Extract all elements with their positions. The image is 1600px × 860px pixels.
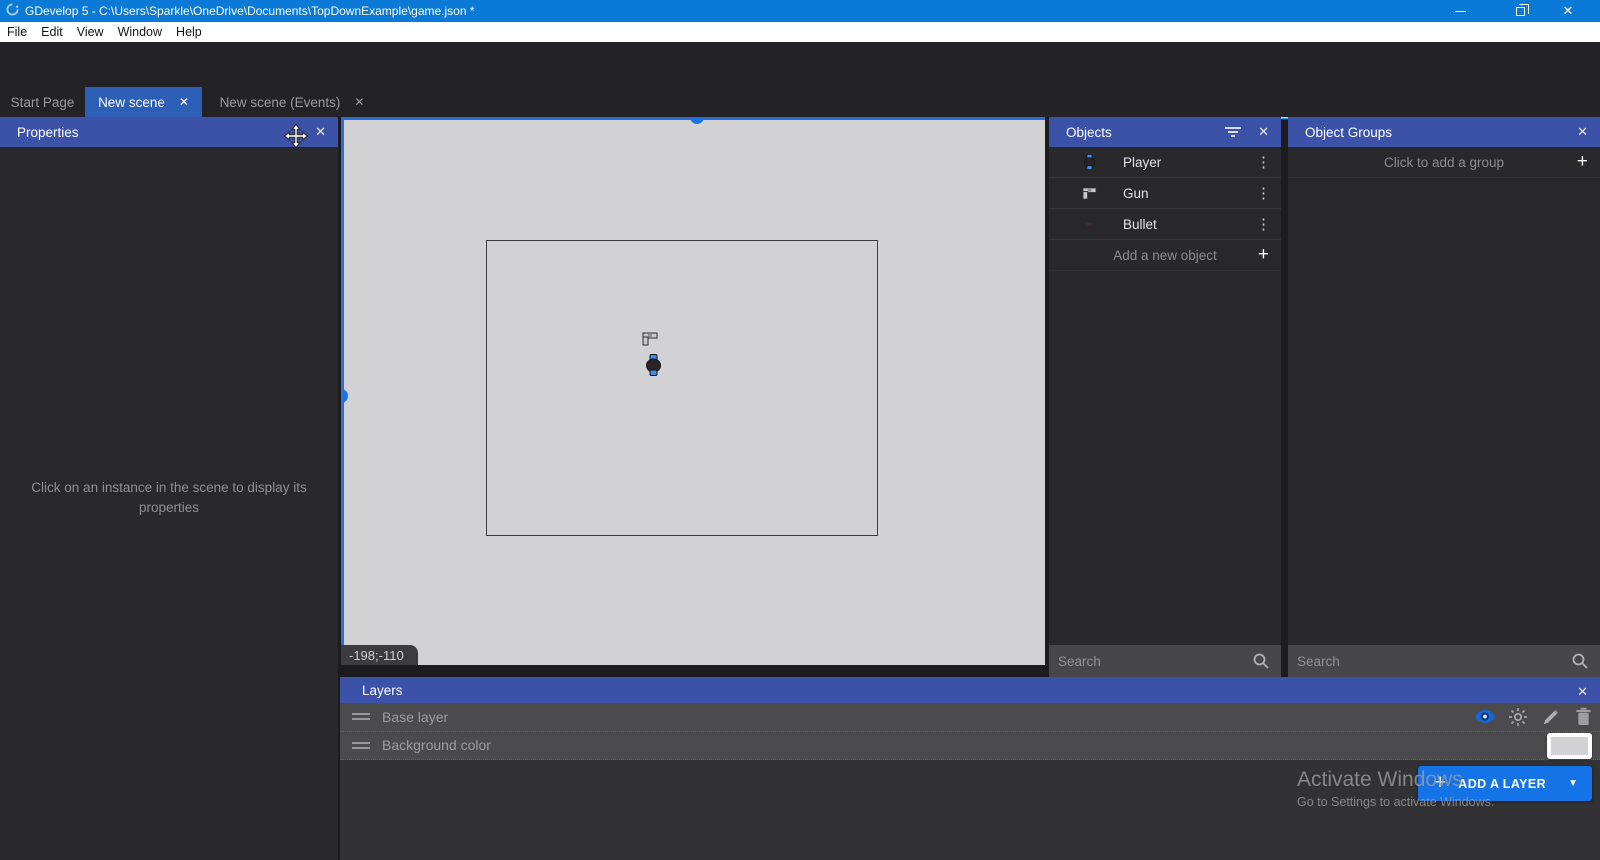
- menu-file[interactable]: File: [7, 25, 37, 39]
- drag-handle-icon[interactable]: [352, 710, 370, 723]
- close-panel-icon[interactable]: ✕: [1258, 117, 1269, 147]
- add-object-plus-icon[interactable]: +: [1258, 244, 1269, 266]
- game-window-bounds: [486, 240, 878, 536]
- layers-footer-area: [340, 760, 1600, 860]
- object-name: Player: [1123, 155, 1161, 170]
- tab-new-scene-events[interactable]: New scene (Events) ✕: [202, 87, 382, 117]
- drag-handle-icon[interactable]: [352, 739, 370, 752]
- cursor-coordinates: -198;-110: [341, 645, 418, 665]
- background-color-swatch[interactable]: [1547, 733, 1592, 759]
- add-layer-plus-icon: +: [1434, 771, 1446, 795]
- layer-name: Background color: [382, 737, 491, 753]
- horizontal-scroll-thumb[interactable]: [690, 117, 704, 124]
- bullet-thumbnail-icon: [1071, 222, 1107, 226]
- editor-tabs: Start Page New scene ✕ New scene (Events…: [0, 87, 1600, 117]
- object-groups-title: Object Groups: [1305, 125, 1392, 140]
- close-panel-icon[interactable]: ✕: [1577, 117, 1588, 147]
- search-icon: [1572, 653, 1588, 674]
- add-layer-button[interactable]: + ADD A LAYER ▼: [1418, 766, 1592, 801]
- objects-search-input[interactable]: [1049, 654, 1235, 669]
- add-group-label: Click to add a group: [1384, 155, 1504, 170]
- tab-start-page[interactable]: Start Page: [0, 87, 85, 117]
- layer-row-base[interactable]: Base layer: [340, 703, 1600, 732]
- delete-layer-trash-icon[interactable]: [1567, 707, 1600, 726]
- move-cursor: [283, 123, 309, 154]
- object-menu-icon[interactable]: ⋮: [1256, 215, 1271, 233]
- minimize-button[interactable]: [1440, 0, 1480, 22]
- close-tab-icon[interactable]: ✕: [354, 95, 364, 109]
- object-name: Gun: [1123, 186, 1149, 201]
- gdevelop-window: GDevelop 5 - C:\Users\Sparkle\OneDrive\D…: [0, 0, 1600, 860]
- menu-view[interactable]: View: [77, 25, 114, 39]
- scene-canvas[interactable]: -198;-110: [341, 117, 1045, 665]
- groups-search-bar: [1288, 645, 1600, 677]
- player-thumbnail-icon: [1071, 154, 1107, 170]
- layers-panel: Layers ✕ Base layer: [340, 677, 1600, 860]
- close-window-button[interactable]: ✕: [1548, 0, 1588, 22]
- add-group-plus-icon[interactable]: +: [1577, 151, 1588, 173]
- player-instance[interactable]: [646, 354, 661, 381]
- object-row-gun[interactable]: Gun ⋮: [1049, 178, 1281, 209]
- object-row-player[interactable]: Player ⋮: [1049, 147, 1281, 178]
- object-menu-icon[interactable]: ⋮: [1256, 153, 1271, 171]
- gun-instance[interactable]: [641, 331, 659, 352]
- close-tab-icon[interactable]: ✕: [179, 95, 189, 109]
- visibility-eye-icon[interactable]: [1468, 709, 1501, 724]
- add-new-object-row[interactable]: Add a new object +: [1049, 240, 1281, 271]
- toolbar: 1:1: [0, 42, 1600, 87]
- edit-layer-pencil-icon[interactable]: [1534, 708, 1567, 726]
- filter-icon[interactable]: [1225, 126, 1241, 141]
- objects-search-bar: [1049, 645, 1281, 677]
- menu-help[interactable]: Help: [176, 25, 212, 39]
- properties-title: Properties: [17, 125, 79, 140]
- gun-thumbnail-icon: [1071, 186, 1107, 201]
- restore-button[interactable]: [1500, 0, 1540, 22]
- object-name: Bullet: [1123, 217, 1157, 232]
- close-panel-icon[interactable]: ✕: [315, 117, 326, 147]
- object-row-bullet[interactable]: Bullet ⋮: [1049, 209, 1281, 240]
- layers-title: Layers: [362, 683, 403, 698]
- menu-window[interactable]: Window: [118, 25, 172, 39]
- object-groups-panel: Object Groups ✕ Click to add a group +: [1288, 117, 1600, 677]
- menu-bar: File Edit View Window Help: [0, 22, 1600, 42]
- search-icon: [1253, 653, 1269, 674]
- menu-edit[interactable]: Edit: [41, 25, 73, 39]
- tab-new-scene[interactable]: New scene ✕: [85, 87, 202, 117]
- layer-row-background[interactable]: Background color: [340, 732, 1600, 761]
- groups-empty-area: [1288, 178, 1600, 645]
- objects-empty-area: [1049, 271, 1281, 645]
- object-menu-icon[interactable]: ⋮: [1256, 184, 1271, 202]
- title-bar: GDevelop 5 - C:\Users\Sparkle\OneDrive\D…: [0, 0, 1600, 22]
- layer-name: Base layer: [382, 709, 448, 725]
- properties-empty-message: Click on an instance in the scene to dis…: [19, 478, 319, 517]
- add-layer-label: ADD A LAYER: [1458, 777, 1546, 791]
- window-title: GDevelop 5 - C:\Users\Sparkle\OneDrive\D…: [25, 4, 475, 18]
- layer-effects-icon[interactable]: [1501, 707, 1534, 727]
- properties-panel: Properties ✕ Click on an instance in the…: [0, 117, 338, 860]
- objects-header: Objects ✕: [1049, 117, 1281, 147]
- object-groups-header: Object Groups ✕: [1288, 117, 1600, 147]
- gdevelop-logo-icon: [6, 3, 19, 19]
- add-group-row[interactable]: Click to add a group +: [1288, 147, 1600, 178]
- objects-panel: Objects ✕ Player ⋮ Gun ⋮ Bullet ⋮: [1049, 117, 1281, 677]
- groups-search-input[interactable]: [1288, 654, 1538, 669]
- vertical-scroll-thumb[interactable]: [341, 389, 348, 403]
- objects-title: Objects: [1066, 125, 1112, 140]
- layers-header: Layers ✕: [340, 677, 1600, 703]
- add-new-object-label: Add a new object: [1113, 248, 1217, 263]
- add-layer-dropdown-icon[interactable]: ▼: [1568, 778, 1578, 789]
